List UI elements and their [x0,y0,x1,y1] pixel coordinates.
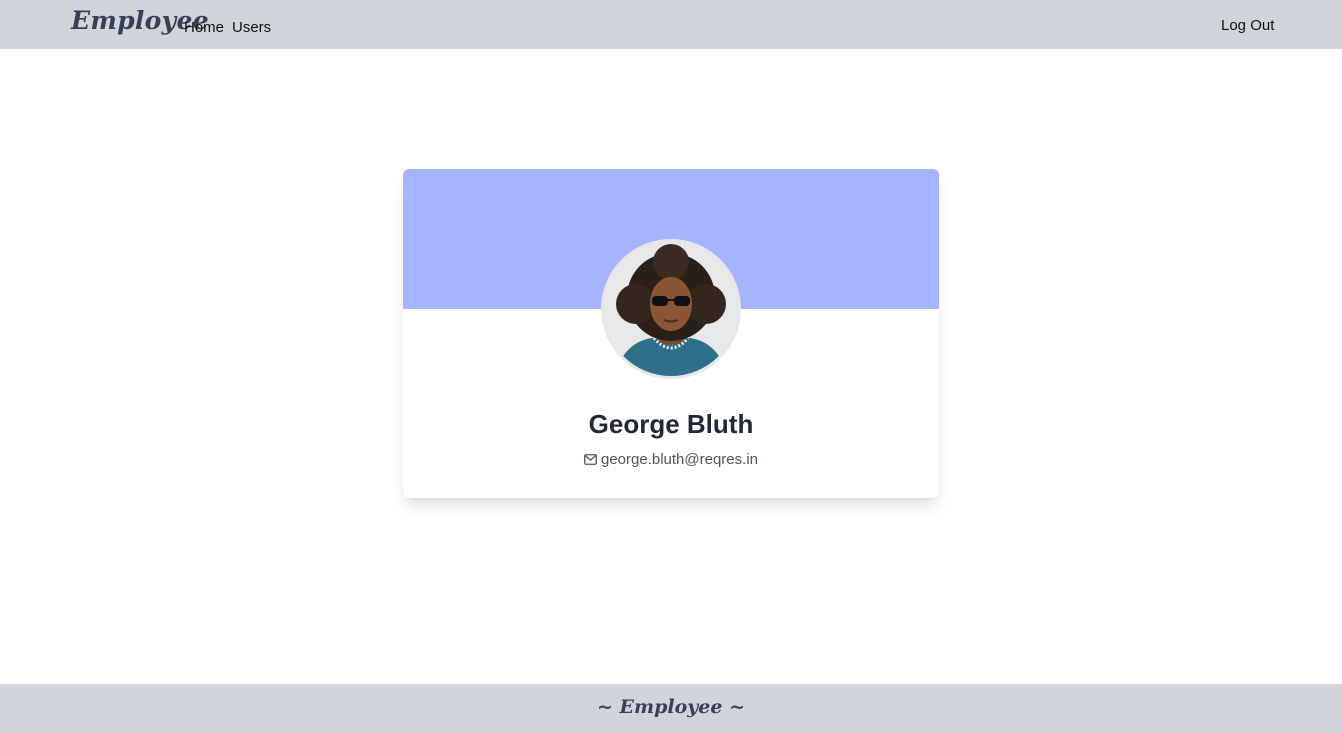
nav-link-users[interactable]: Users [232,19,271,36]
top-navbar: Employee Home Users Log Out [0,0,1342,49]
profile-card: George Bluth george.bluth@reqres.in [403,169,939,498]
mail-icon [584,452,597,469]
avatar-photo [604,242,738,376]
employee-name: George Bluth [588,409,754,439]
employee-email[interactable]: george.bluth@reqres.in [601,451,758,468]
avatar [601,239,741,379]
page-footer: ~ Employee ~ [0,684,1342,733]
logout-button[interactable]: Log Out [1221,17,1274,34]
email-row: george.bluth@reqres.in [403,451,939,469]
nav-link-home[interactable]: Home [184,19,224,36]
footer-text: ~ Employee ~ [596,696,746,718]
